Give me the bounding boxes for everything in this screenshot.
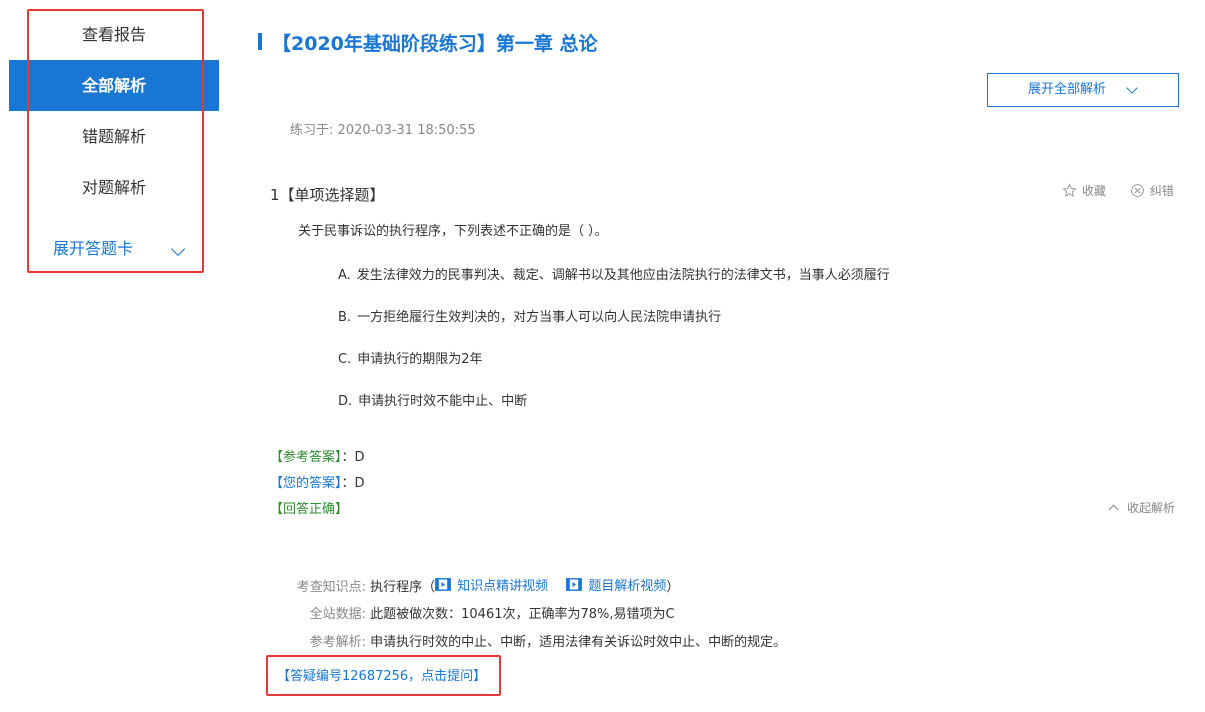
knowledge-point-row: 考查知识点: 执行程序（ 知识点精讲视频 题目解析视频 ） (270, 575, 890, 595)
question-video-link[interactable]: 题目解析视频 (566, 575, 666, 594)
reference-explain-label: 参考解析: (309, 635, 366, 650)
option-letter: C. (338, 352, 352, 367)
collapse-analysis-button[interactable]: 收起解析 (1108, 499, 1176, 516)
chevron-down-icon (170, 241, 186, 257)
sidebar-item-all-analysis[interactable]: 全部解析 (9, 60, 219, 111)
sidebar: 查看报告 全部解析 错题解析 对题解析 展开答题卡 (9, 9, 219, 274)
expand-all-analysis-label: 展开全部解析 (1028, 82, 1107, 97)
sidebar-item-correct-analysis[interactable]: 对题解析 (9, 162, 219, 213)
your-answer-label: 【您的答案】 (270, 476, 342, 491)
title-accent-bar (258, 33, 262, 50)
reference-explain-row: 参考解析: 申请执行时效的中止、中断，适用法律有关诉讼时效中止、中断的规定。 (270, 631, 890, 650)
expand-answer-card-button[interactable]: 展开答题卡 (9, 223, 219, 274)
close-circle-icon (1130, 184, 1144, 197)
video-icon (435, 578, 452, 591)
question-video-label: 题目解析视频 (588, 579, 667, 594)
site-stats-label: 全站数据: (309, 607, 366, 622)
question-tools: 收藏 纠错 (1062, 182, 1174, 201)
question-number: 1 (270, 186, 280, 204)
sidebar-item-report[interactable]: 查看报告 (9, 9, 219, 60)
option-text: 发生法律效力的民事判决、裁定、调解书以及其他应由法院执行的法律文书，当事人必须履… (356, 268, 890, 283)
video-icon (566, 578, 583, 591)
knowledge-point-label: 考查知识点: (296, 580, 366, 595)
collapse-analysis-label: 收起解析 (1127, 501, 1176, 515)
question-stem: 关于民事诉讼的执行程序，下列表述不正确的是（ ）。 (298, 224, 608, 239)
option-text: 申请执行的期限为2年 (357, 352, 483, 367)
knowledge-point-value: 执行程序（ (370, 580, 436, 595)
report-error-button[interactable]: 纠错 (1130, 182, 1174, 199)
site-stats-row: 全站数据: 此题被做次数：10461次，正确率为78%,易错项为C (270, 603, 890, 622)
reference-answer: 【参考答案】：D (270, 450, 365, 465)
practice-time-label: 练习于: (290, 123, 334, 138)
option-b[interactable]: B. 一方拒绝履行生效判决的，对方当事人可以向人民法院申请执行 (338, 306, 721, 325)
reference-explain-value: 申请执行时效的中止、中断，适用法律有关诉讼时效中止、中断的规定。 (370, 635, 787, 650)
ask-question-link[interactable]: 【答疑编号12687256，点击提问】 (277, 665, 486, 684)
option-letter: D. (338, 394, 353, 409)
option-text: 一方拒绝履行生效判决的，对方当事人可以向人民法院申请执行 (357, 310, 722, 325)
question-type: 【单项选择题】 (279, 186, 385, 204)
question-header: 1【单项选择题】 (270, 184, 385, 205)
your-answer-value: D (354, 476, 365, 491)
option-d[interactable]: D. 申请执行时效不能中止、中断 (338, 390, 527, 409)
star-icon (1062, 183, 1077, 197)
sidebar-item-wrong-analysis[interactable]: 错题解析 (9, 111, 219, 162)
knowledge-point-close: ） (666, 580, 680, 595)
option-text: 申请执行时效不能中止、中断 (358, 394, 528, 409)
knowledge-video-label: 知识点精讲视频 (457, 579, 549, 594)
expand-all-analysis-button[interactable]: 展开全部解析 (987, 73, 1179, 107)
chevron-up-icon (1108, 504, 1119, 515)
chevron-down-icon (1126, 82, 1138, 94)
site-stats-value: 此题被做次数：10461次，正确率为78%,易错项为C (370, 607, 675, 622)
reference-answer-value: D (354, 450, 365, 465)
option-c[interactable]: C. 申请执行的期限为2年 (338, 348, 483, 367)
option-a[interactable]: A. 发生法律效力的民事判决、裁定、调解书以及其他应由法院执行的法律文书，当事人必… (338, 264, 890, 283)
favorite-label: 收藏 (1082, 184, 1107, 198)
report-error-label: 纠错 (1149, 184, 1174, 198)
your-answer: 【您的答案】：D (270, 476, 365, 491)
answer-result: 【回答正确】 (270, 502, 349, 517)
option-letter: A. (338, 268, 351, 283)
expand-answer-card-label: 展开答题卡 (53, 239, 134, 258)
option-letter: B. (338, 310, 352, 325)
favorite-button[interactable]: 收藏 (1062, 182, 1106, 199)
page-title: 【2020年基础阶段练习】第一章 总论 (272, 33, 598, 55)
practice-time: 练习于: 2020-03-31 18:50:55 (290, 119, 476, 138)
knowledge-video-link[interactable]: 知识点精讲视频 (435, 575, 548, 594)
reference-answer-label: 【参考答案】 (270, 450, 342, 465)
practice-time-value: 2020-03-31 18:50:55 (337, 123, 476, 138)
